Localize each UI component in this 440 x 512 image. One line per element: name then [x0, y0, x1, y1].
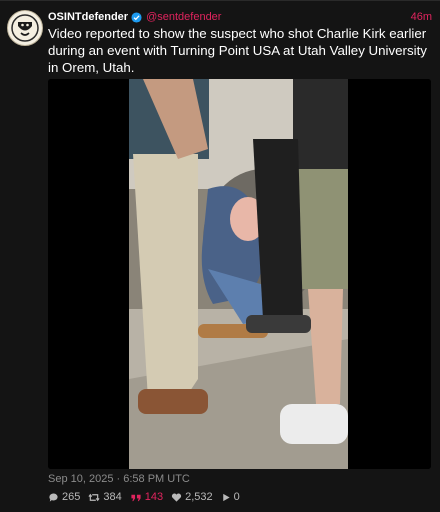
repost-count: 384 — [103, 491, 122, 503]
post-video[interactable] — [48, 79, 431, 469]
views-count: 0 — [233, 491, 240, 503]
quote-icon — [131, 494, 141, 501]
avatar[interactable] — [7, 10, 43, 46]
like-count: 2,532 — [185, 491, 213, 503]
views-stat[interactable]: 0 — [221, 491, 240, 503]
like-stat[interactable]: 2,532 — [171, 491, 213, 503]
video-still — [48, 79, 431, 469]
repost-icon — [88, 493, 100, 501]
like-icon — [171, 493, 182, 502]
engagement-stats: 265 384 143 2,532 0 — [48, 491, 248, 503]
display-name[interactable]: OSINTdefender — [48, 11, 128, 23]
reply-count: 265 — [62, 491, 81, 503]
quote-count: 143 — [144, 491, 164, 503]
post-header: OSINTdefender @sentdefender 46m — [48, 9, 432, 25]
user-handle[interactable]: @sentdefender — [146, 11, 221, 23]
reply-icon — [49, 492, 58, 502]
verified-icon — [131, 11, 142, 23]
post-card: OSINTdefender @sentdefender 46m Video re… — [0, 0, 440, 512]
post-time[interactable]: 46m — [411, 11, 432, 23]
repost-stat[interactable]: 384 — [88, 491, 122, 503]
post-text: Video reported to show the suspect who s… — [48, 26, 427, 75]
views-icon — [222, 493, 230, 501]
avatar-logo-icon — [11, 14, 39, 42]
post-date[interactable]: Sep 10, 2025 · 6:58 PM UTC — [48, 473, 190, 485]
quote-stat[interactable]: 143 — [130, 491, 163, 503]
reply-stat[interactable]: 265 — [48, 491, 80, 503]
